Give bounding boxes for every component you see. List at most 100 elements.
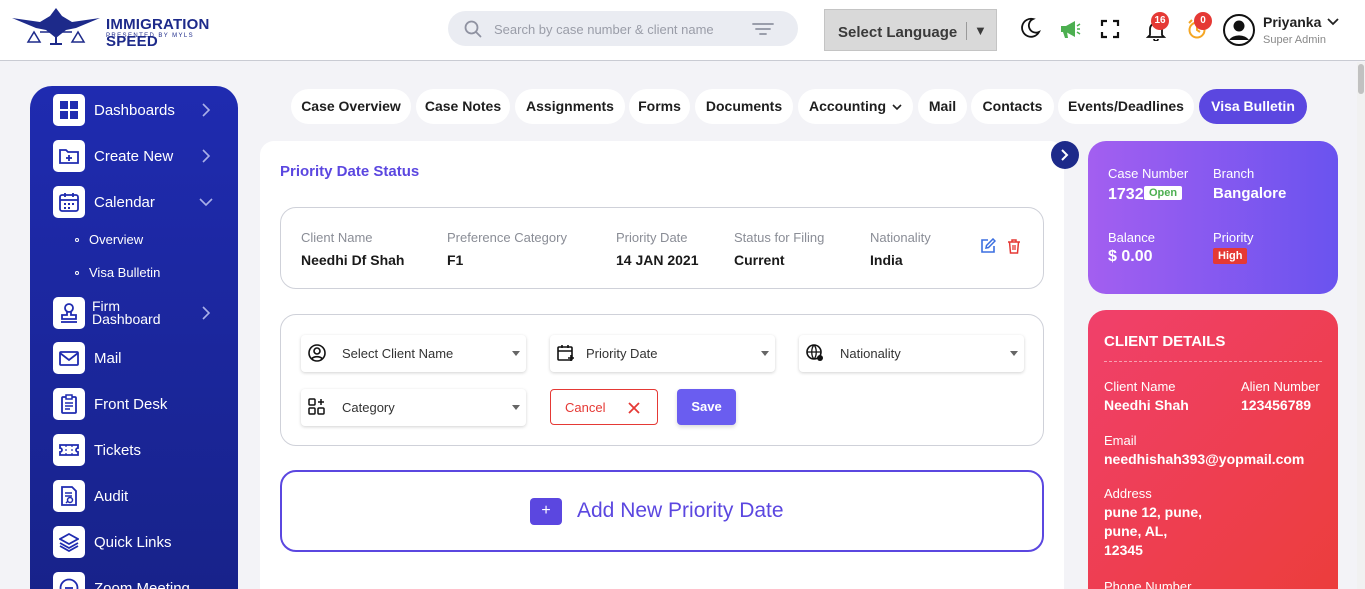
- balance-value: $ 0.00: [1108, 248, 1153, 265]
- sidebar-subitem-overview[interactable]: Overview: [75, 232, 143, 247]
- divider: [1104, 361, 1322, 362]
- alien-number-label: Alien Number: [1241, 379, 1320, 394]
- fullscreen-icon[interactable]: [1100, 19, 1120, 39]
- sidebar-item-quick-links[interactable]: Quick Links: [53, 526, 228, 558]
- select-value: Select Client Name: [342, 346, 454, 361]
- stamp-icon: [53, 297, 85, 329]
- folder-plus-icon: [53, 140, 85, 172]
- user-avatar-icon[interactable]: [1223, 14, 1255, 46]
- sidebar-item-label: Zoom Meeting: [94, 580, 190, 589]
- brand-logo[interactable]: IMMIGRATION SPEED PRESENTED BY MYLS: [10, 6, 260, 50]
- record-nationality: Nationality India: [870, 230, 931, 268]
- eagle-logo-icon: [12, 8, 100, 45]
- category-select[interactable]: Category: [301, 389, 526, 426]
- tab-case-notes[interactable]: Case Notes: [416, 89, 510, 124]
- dark-mode-moon-icon[interactable]: [1019, 17, 1041, 39]
- field-label: Status for Filing: [734, 230, 825, 245]
- sidebar-item-label: Audit: [94, 488, 129, 505]
- tab-mail[interactable]: Mail: [918, 89, 967, 124]
- sidebar-subitem-label: Visa Bulletin: [89, 265, 161, 280]
- nationality-select[interactable]: Nationality: [799, 335, 1024, 372]
- globe-location-icon: [806, 344, 823, 361]
- address-line-2: pune, AL,: [1104, 523, 1168, 539]
- tab-accounting[interactable]: Accounting: [798, 89, 913, 124]
- language-select-label: Select Language: [838, 24, 958, 41]
- search-icon: [464, 20, 482, 38]
- balance-label: Balance: [1108, 230, 1155, 245]
- ticket-icon: [53, 434, 85, 466]
- field-value: India: [870, 252, 903, 268]
- priority-date-panel: Priority Date Status Client Name Needhi …: [260, 141, 1064, 589]
- client-details-card: CLIENT DETAILS Client Name Needhi Shah A…: [1088, 310, 1338, 589]
- sidebar: Dashboards Create New Calendar Overview …: [30, 86, 238, 589]
- video-meeting-icon: [53, 572, 85, 589]
- cancel-button[interactable]: Cancel: [550, 389, 658, 425]
- chevron-down-icon: [199, 198, 213, 207]
- user-circle-icon: [308, 344, 326, 362]
- field-value: F1: [447, 252, 464, 268]
- alarm-count-badge: 0: [1194, 12, 1212, 30]
- sidebar-item-firm-dashboard[interactable]: Firm Dashboard: [53, 297, 228, 329]
- dropdown-caret-icon: [1010, 351, 1018, 356]
- sidebar-item-label: Dashboards: [94, 102, 175, 119]
- save-button[interactable]: Save: [677, 389, 736, 425]
- delete-trash-icon[interactable]: [1006, 238, 1022, 254]
- sidebar-item-label: Tickets: [94, 442, 141, 459]
- search-input[interactable]: [494, 19, 744, 39]
- sidebar-item-calendar[interactable]: Calendar: [53, 186, 228, 218]
- section-title: Priority Date Status: [280, 163, 420, 180]
- sidebar-item-audit[interactable]: Audit: [53, 480, 228, 512]
- address-label: Address: [1104, 486, 1152, 501]
- record-priority-date: Priority Date 14 JAN 2021: [616, 230, 699, 268]
- field-value: Current: [734, 252, 785, 268]
- sidebar-item-mail[interactable]: Mail: [53, 342, 228, 374]
- page-scrollbar-thumb[interactable]: [1358, 64, 1364, 94]
- field-label: Preference Category: [447, 230, 567, 245]
- sidebar-item-dashboards[interactable]: Dashboards: [53, 94, 228, 126]
- audit-document-icon: [53, 480, 85, 512]
- dropdown-caret-icon: [512, 405, 520, 410]
- chevron-down-icon: [892, 104, 902, 111]
- tab-contacts[interactable]: Contacts: [971, 89, 1054, 124]
- cancel-button-label: Cancel: [565, 400, 606, 415]
- edit-icon[interactable]: [980, 238, 996, 254]
- user-menu-chevron-down-icon[interactable]: [1327, 17, 1339, 27]
- select-value: Priority Date: [586, 346, 658, 361]
- address-line-3: 12345: [1104, 542, 1143, 558]
- email-value[interactable]: needhishah393@yopmail.com: [1104, 450, 1304, 469]
- user-role: Super Admin: [1263, 34, 1326, 46]
- tab-accounting-label: Accounting: [809, 98, 886, 114]
- search-bar[interactable]: [448, 11, 798, 46]
- page-scrollbar[interactable]: [1357, 62, 1365, 589]
- address-line-1: pune 12, pune,: [1104, 504, 1203, 520]
- filter-icon[interactable]: [752, 22, 774, 36]
- chevron-right-icon: [202, 149, 211, 163]
- user-name[interactable]: Priyanka: [1263, 14, 1321, 30]
- sidebar-item-create-new[interactable]: Create New: [53, 140, 228, 172]
- brand-subtitle: PRESENTED BY MYLS: [106, 33, 195, 39]
- language-select[interactable]: Select Language ▼: [824, 9, 997, 51]
- sidebar-item-zoom-meeting[interactable]: Zoom Meeting: [53, 572, 228, 589]
- priority-date-select[interactable]: Priority Date: [550, 335, 775, 372]
- notification-count-badge: 16: [1151, 12, 1169, 30]
- megaphone-icon[interactable]: [1059, 18, 1081, 40]
- clipboard-icon: [53, 388, 85, 420]
- tab-visa-bulletin[interactable]: Visa Bulletin: [1199, 89, 1307, 124]
- sidebar-subitem-visa-bulletin[interactable]: Visa Bulletin: [75, 265, 160, 280]
- tab-events-deadlines[interactable]: Events/Deadlines: [1058, 89, 1194, 124]
- bullet-icon: [75, 270, 79, 275]
- calendar-icon: [53, 186, 85, 218]
- collapse-panel-button[interactable]: [1051, 141, 1079, 169]
- tab-forms[interactable]: Forms: [629, 89, 690, 124]
- client-name-select[interactable]: Select Client Name: [301, 335, 526, 372]
- record-status-for-filing: Status for Filing Current: [734, 230, 824, 268]
- tab-case-overview[interactable]: Case Overview: [291, 89, 411, 124]
- tab-documents[interactable]: Documents: [695, 89, 793, 124]
- top-bar: IMMIGRATION SPEED PRESENTED BY MYLS Sele…: [0, 0, 1365, 61]
- sidebar-item-front-desk[interactable]: Front Desk: [53, 388, 228, 420]
- language-select-divider: [966, 22, 967, 40]
- priority-date-record: Client Name Needhi Df Shah Preference Ca…: [280, 207, 1044, 289]
- tab-assignments[interactable]: Assignments: [515, 89, 625, 124]
- add-new-priority-date-button[interactable]: + Add New Priority Date: [280, 470, 1044, 552]
- sidebar-item-tickets[interactable]: Tickets: [53, 434, 228, 466]
